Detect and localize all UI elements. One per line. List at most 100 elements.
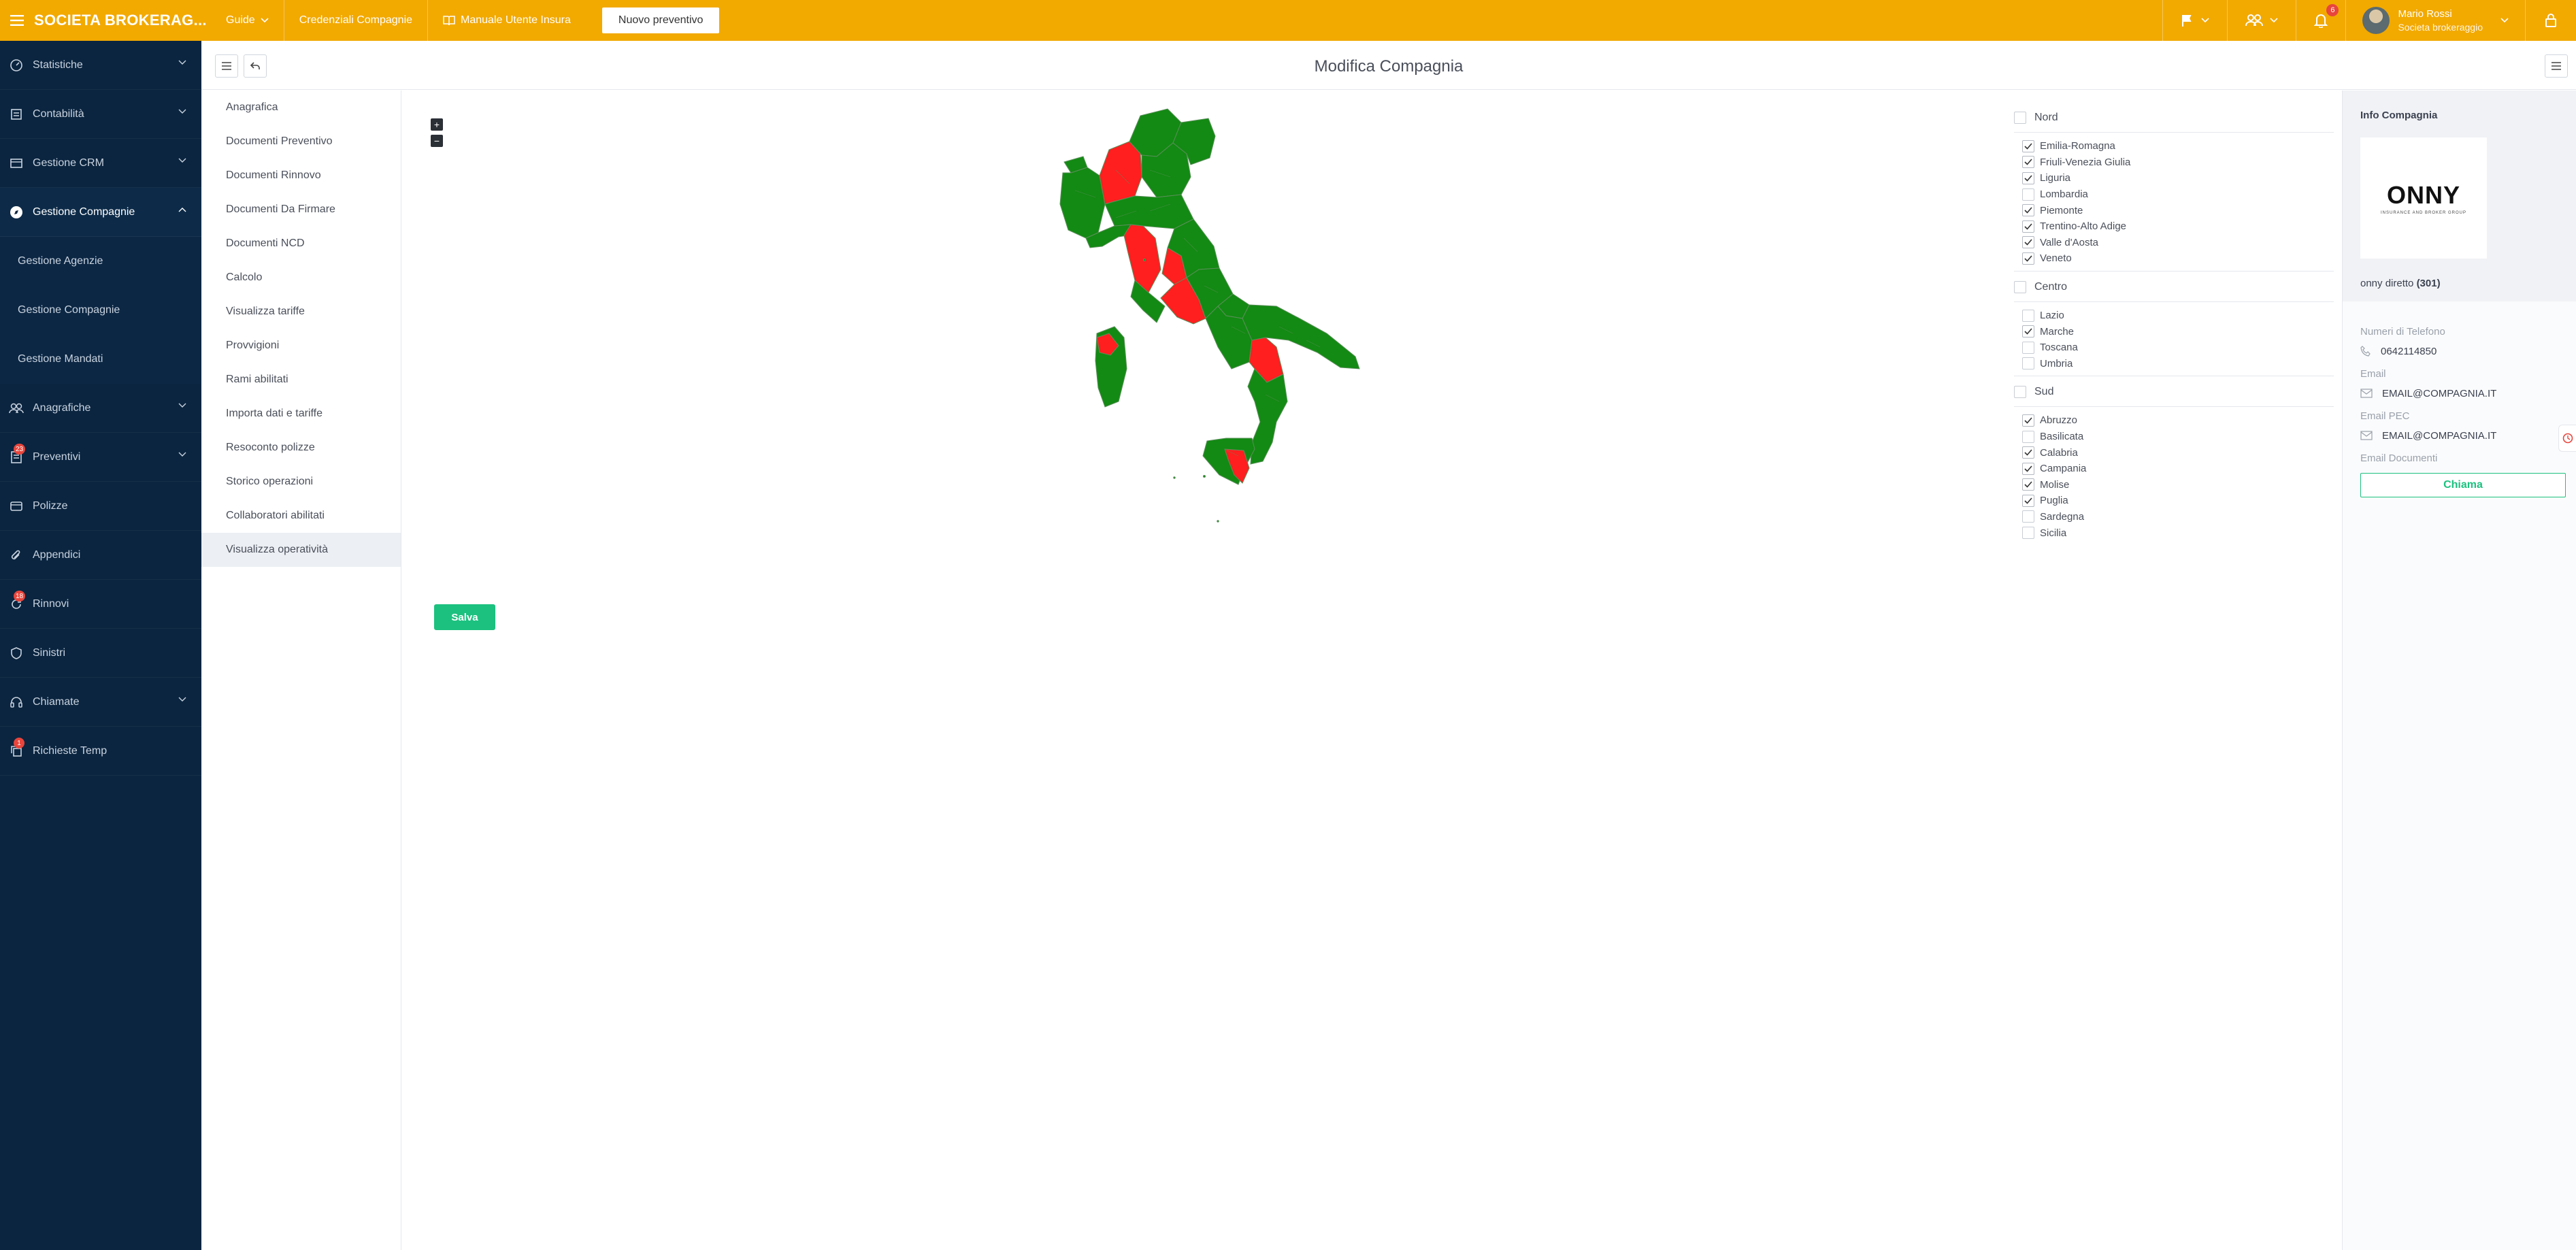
region-marche[interactable]: Marche <box>2014 323 2334 340</box>
side-tab-button[interactable] <box>2558 425 2576 452</box>
region-checkbox[interactable] <box>2022 462 2034 475</box>
menu-item-rami-abilitati[interactable]: Rami abilitati <box>201 363 401 397</box>
region-campania[interactable]: Campania <box>2014 461 2334 477</box>
notifications-button[interactable]: 6 <box>2296 0 2345 41</box>
sidebar-item-rinnovi[interactable]: 18 Rinnovi <box>0 580 201 629</box>
nav-guide[interactable]: Guide <box>211 0 284 41</box>
sidebar-item-anagrafiche[interactable]: Anagrafiche <box>0 384 201 433</box>
region-checkbox[interactable] <box>2022 156 2034 169</box>
region-piemonte[interactable]: Piemonte <box>2014 202 2334 218</box>
region-sicilia[interactable]: Sicilia <box>2014 525 2334 541</box>
group-centro[interactable]: Centro <box>2014 277 2334 297</box>
user-menu[interactable]: Mario Rossi Societa brokeraggio <box>2345 0 2525 41</box>
region-calabria[interactable]: Calabria <box>2014 444 2334 461</box>
region-basilicata[interactable]: Basilicata <box>2014 429 2334 445</box>
right-panel-toggle-button[interactable] <box>2545 54 2568 78</box>
region-checkbox[interactable] <box>2022 252 2034 265</box>
sidebar-item-gestione-crm[interactable]: Gestione CRM <box>0 139 201 188</box>
zoom-out-button[interactable]: − <box>431 135 443 147</box>
menu-item-provvigioni[interactable]: Provvigioni <box>201 329 401 363</box>
region-checkbox[interactable] <box>2022 309 2034 322</box>
region-checkbox[interactable] <box>2022 446 2034 459</box>
nav-credenziali-compagnie[interactable]: Credenziali Compagnie <box>283 0 427 41</box>
region-checkbox[interactable] <box>2022 357 2034 370</box>
region-lazio[interactable]: Lazio <box>2014 308 2334 324</box>
zoom-in-button[interactable]: + <box>431 118 443 131</box>
flag-menu[interactable] <box>2162 0 2227 41</box>
sidebar-subitem-gestione-agenzie[interactable]: Gestione Agenzie <box>0 237 201 286</box>
menu-item-visualizza-tariffe[interactable]: Visualizza tariffe <box>201 295 401 329</box>
region-checkbox[interactable] <box>2022 414 2034 427</box>
menu-item-anagrafica[interactable]: Anagrafica <box>201 91 401 125</box>
region-abruzzo[interactable]: Abruzzo <box>2014 412 2334 429</box>
menu-item-documenti-ncd[interactable]: Documenti NCD <box>201 227 401 261</box>
nav-manuale-utente[interactable]: Manuale Utente Insura <box>427 0 586 41</box>
email-row[interactable]: EMAIL@COMPAGNIA.IT <box>2360 383 2576 404</box>
region-molise[interactable]: Molise <box>2014 477 2334 493</box>
sidebar-item-appendici[interactable]: Appendici <box>0 531 201 580</box>
sidebar-subitem-gestione-mandati[interactable]: Gestione Mandati <box>0 335 201 384</box>
sidebar-item-statistiche[interactable]: Statistiche <box>0 41 201 90</box>
sidebar-item-chiamate[interactable]: Chiamate <box>0 678 201 727</box>
lock-button[interactable] <box>2525 0 2576 41</box>
sidebar-item-sinistri[interactable]: Sinistri <box>0 629 201 678</box>
sidebar-item-gestione-compagnie[interactable]: Gestione Compagnie <box>0 188 201 237</box>
brand-name[interactable]: SOCIETA BROKERAG... <box>34 12 211 29</box>
region-checkbox[interactable] <box>2022 139 2034 152</box>
menu-item-collaboratori-abilitati[interactable]: Collaboratori abilitati <box>201 499 401 533</box>
menu-item-documenti-preventivo[interactable]: Documenti Preventivo <box>201 125 401 159</box>
region-emilia-romagna[interactable]: Emilia-Romagna <box>2014 138 2334 154</box>
region-valle-daosta[interactable]: Valle d'Aosta <box>2014 235 2334 251</box>
group-checkbox[interactable] <box>2014 280 2026 293</box>
region-checkbox[interactable] <box>2022 171 2034 184</box>
sidebar-item-polizze[interactable]: Polizze <box>0 482 201 531</box>
region-lombardia[interactable]: Lombardia <box>2014 186 2334 203</box>
menu-item-visualizza-operativita[interactable]: Visualizza operatività <box>201 533 401 567</box>
menu-item-calcolo[interactable]: Calcolo <box>201 261 401 295</box>
group-checkbox[interactable] <box>2014 112 2026 124</box>
region-checkbox[interactable] <box>2022 527 2034 540</box>
region-veneto[interactable]: Veneto <box>2014 250 2334 267</box>
region-puglia[interactable]: Puglia <box>2014 493 2334 509</box>
region-checkbox[interactable] <box>2022 204 2034 217</box>
users-menu[interactable] <box>2227 0 2296 41</box>
save-button[interactable]: Salva <box>434 604 495 630</box>
new-quote-button[interactable]: Nuovo preventivo <box>601 7 720 33</box>
region-checkbox[interactable] <box>2022 341 2034 354</box>
menu-toggle-icon[interactable] <box>0 0 34 41</box>
region-trentino-alto-adige[interactable]: Trentino-Alto Adige <box>2014 218 2334 235</box>
menu-item-documenti-da-firmare[interactable]: Documenti Da Firmare <box>201 193 401 227</box>
sidebar-item-contabilita[interactable]: Contabilità <box>0 90 201 139</box>
menu-item-documenti-rinnovo[interactable]: Documenti Rinnovo <box>201 159 401 193</box>
sidebar-subitem-gestione-compagnie[interactable]: Gestione Compagnie <box>0 286 201 335</box>
region-friuli-venezia-giulia[interactable]: Friuli-Venezia Giulia <box>2014 154 2334 171</box>
region-checkbox[interactable] <box>2022 430 2034 443</box>
region-sardegna[interactable]: Sardegna <box>2014 509 2334 525</box>
menu-item-storico-operazioni[interactable]: Storico operazioni <box>201 465 401 499</box>
menu-item-importa-dati[interactable]: Importa dati e tariffe <box>201 397 401 431</box>
menu-item-resoconto-polizze[interactable]: Resoconto polizze <box>201 431 401 465</box>
group-checkbox[interactable] <box>2014 386 2026 399</box>
call-button[interactable]: Chiama <box>2360 473 2566 497</box>
region-checkbox[interactable] <box>2022 510 2034 523</box>
region-checkbox[interactable] <box>2022 188 2034 201</box>
pec-row[interactable]: EMAIL@COMPAGNIA.IT <box>2360 425 2576 446</box>
region-checkbox[interactable] <box>2022 236 2034 249</box>
region-checkbox[interactable] <box>2022 478 2034 491</box>
sidebar: Statistiche Contabilità Gestione CRM Ges… <box>0 41 201 1250</box>
sidebar-item-preventivi[interactable]: 23 Preventivi <box>0 433 201 482</box>
map-region-piemonte[interactable] <box>1059 167 1106 239</box>
region-checkbox[interactable] <box>2022 220 2034 233</box>
group-nord[interactable]: Nord <box>2014 108 2334 128</box>
italy-regions-map[interactable] <box>1048 102 1388 531</box>
region-liguria[interactable]: Liguria <box>2014 170 2334 186</box>
region-checkbox[interactable] <box>2022 325 2034 338</box>
group-sud[interactable]: Sud <box>2014 382 2334 402</box>
region-toscana[interactable]: Toscana <box>2014 340 2334 356</box>
region-checkbox[interactable] <box>2022 494 2034 507</box>
phone-row[interactable]: 0642114850 <box>2360 341 2576 361</box>
sidebar-item-richieste-temp[interactable]: 1 Richieste Temp <box>0 727 201 776</box>
map-region-toscana[interactable] <box>1123 224 1161 293</box>
map-region-lombardia[interactable] <box>1099 141 1142 205</box>
region-umbria[interactable]: Umbria <box>2014 356 2334 372</box>
